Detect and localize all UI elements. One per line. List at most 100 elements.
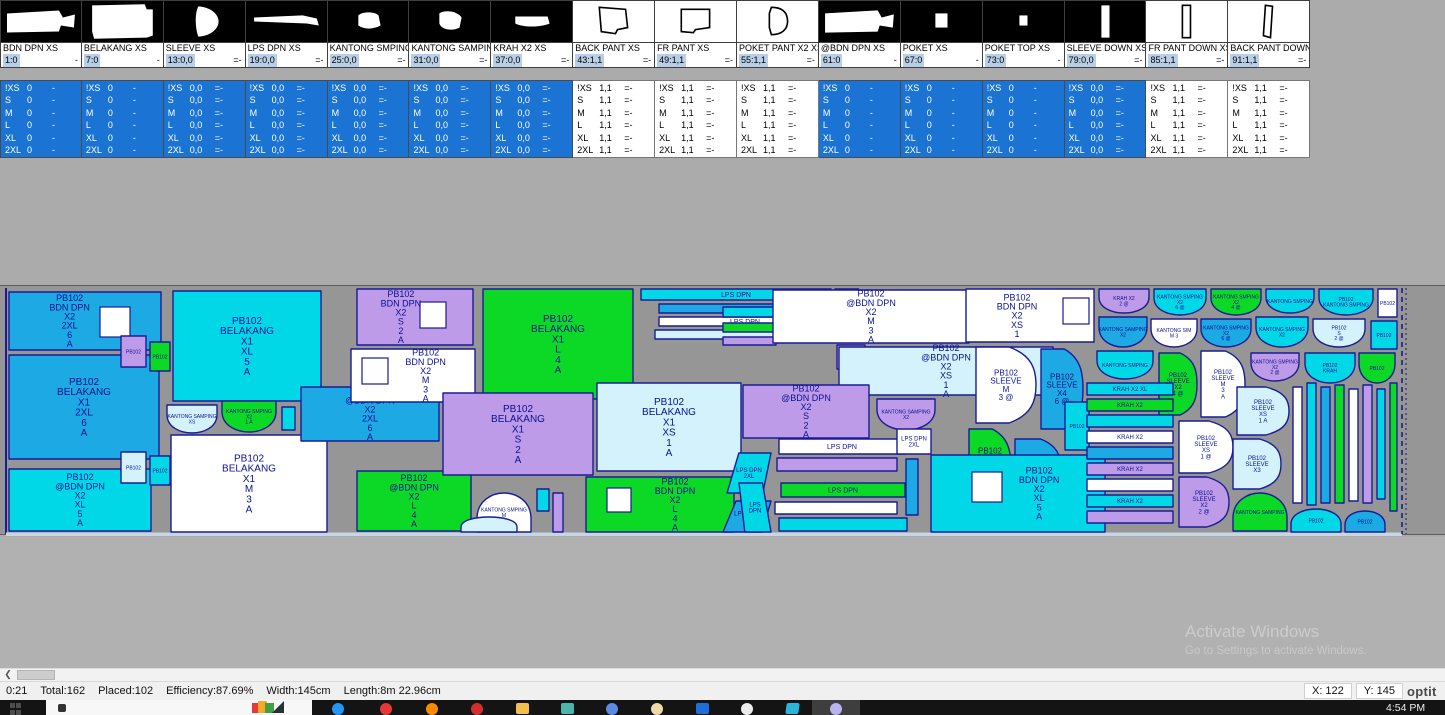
marker-piece[interactable]	[1087, 415, 1173, 427]
size-panel[interactable]: !XS0-S0-M0-L0-XL0-2XL0-	[82, 80, 164, 158]
horizontal-scrollbar[interactable]: ❮	[0, 668, 1445, 681]
size-panel[interactable]: !XS0,0=-S0,0=-M0,0=-L0,0=-XL0,0=-2XL0,0=…	[409, 80, 491, 158]
taskbar-icon-cyan[interactable]	[785, 703, 800, 714]
marker-piece[interactable]: KRAH X2	[1087, 431, 1173, 443]
piece-tile[interactable]: SLEEVE XS13:0,0=-	[164, 0, 246, 68]
piece-tile[interactable]: KANTONG SAMPING31:0,0=-	[409, 0, 491, 68]
size-panel[interactable]: !XS0-S0-M0-L0-XL0-2XL0-	[983, 80, 1065, 158]
marker-piece[interactable]	[1293, 387, 1302, 503]
marker-piece[interactable]	[1335, 385, 1344, 503]
marker-piece[interactable]: KANTONG SAMPING	[1233, 493, 1287, 531]
size-panel[interactable]: !XS0,0=-S0,0=-M0,0=-L0,0=-XL0,0=-2XL0,0=…	[491, 80, 573, 158]
marker-piece[interactable]: LPS DPN	[779, 439, 905, 454]
taskbar-icon-blue2[interactable]	[606, 703, 618, 715]
marker-piece[interactable]: KANTONG SMPINGX26 @	[1154, 289, 1206, 315]
taskbar-icon-red[interactable]	[380, 703, 392, 715]
marker-piece[interactable]: PB102BELAKANGX1M3A	[171, 435, 327, 532]
marker-area[interactable]: PB102BDN DPNX22XL6APB102BELAKANGX12XL6AP…	[0, 285, 1445, 535]
marker-piece[interactable]: PB102	[1291, 509, 1341, 532]
marker-piece[interactable]: PB102SLEEVEM3 @	[976, 347, 1036, 423]
taskbar-active-app[interactable]	[812, 700, 860, 715]
marker-piece[interactable]: KANTONG SMPING	[1097, 351, 1153, 379]
marker-piece[interactable]	[779, 518, 907, 531]
marker-piece[interactable]	[1087, 511, 1173, 523]
piece-tile[interactable]: BACK PANT DOWN91:1,1=-	[1228, 0, 1310, 68]
marker-piece[interactable]	[1377, 389, 1385, 499]
marker-piece[interactable]: PB102S2 @	[1313, 319, 1365, 347]
marker-piece[interactable]: PB102@BDN DPNX2L4A	[357, 471, 471, 531]
scrollbar-thumb[interactable]	[17, 670, 55, 680]
start-button-icon[interactable]	[10, 703, 22, 715]
marker-piece[interactable]: PB102	[1378, 289, 1397, 317]
piece-tile[interactable]: BDN DPN XS1:0-	[0, 0, 82, 68]
taskbar-app-window[interactable]	[46, 700, 312, 715]
marker-piece[interactable]: KANTONG SMPINGX21 A	[222, 401, 276, 432]
marker-piece[interactable]	[775, 502, 897, 514]
taskbar-icon-bluesq[interactable]	[696, 703, 709, 714]
marker-piece[interactable]: PB102BDN DPNX2XL5A	[931, 455, 1105, 532]
marker-piece[interactable]: LPS DPN2XL	[897, 429, 931, 454]
size-panel[interactable]: !XS1,1=-S1,1=-M1,1=-L1,1=-XL1,1=-2XL1,1=…	[737, 80, 819, 158]
marker-canvas[interactable]: PB102BDN DPNX22XL6APB102BELAKANGX12XL6AP…	[0, 286, 1445, 536]
piece-tile[interactable]: POKET TOP XS73:0-	[983, 0, 1065, 68]
marker-piece[interactable]: PB102@BDN DPNX2S2A	[743, 384, 869, 440]
piece-tile[interactable]: LPS DPN XS19:0,0=-	[246, 0, 328, 68]
marker-piece[interactable]	[1087, 447, 1173, 459]
marker-piece[interactable]: PB102BELAKANGX12XL6A	[9, 355, 159, 459]
size-panel[interactable]: !XS1,1=-S1,1=-M1,1=-L1,1=-XL1,1=-2XL1,1=…	[1228, 80, 1310, 158]
marker-piece[interactable]: PB102	[121, 452, 146, 483]
marker-piece[interactable]: PB102	[1065, 402, 1089, 450]
piece-tile[interactable]: FR PANT DOWN XS85:1,1=-	[1146, 0, 1228, 68]
marker-piece[interactable]: KANTONG SMPINGX22 @	[1251, 353, 1299, 381]
marker-piece[interactable]: PB102BDN DPNX2S2A	[357, 289, 473, 345]
size-panel[interactable]: !XS1,1=-S1,1=-M1,1=-L1,1=-XL1,1=-2XL1,1=…	[573, 80, 655, 158]
size-panel[interactable]: !XS0,0=-S0,0=-M0,0=-L0,0=-XL0,0=-2XL0,0=…	[246, 80, 328, 158]
marker-piece[interactable]: PB102BDN DPNX2L4A	[586, 477, 734, 533]
taskbar-icon-red2[interactable]	[471, 703, 483, 715]
marker-piece[interactable]: KRAH X2	[1087, 495, 1173, 507]
taskbar-icon-teal[interactable]	[561, 703, 574, 714]
marker-piece[interactable]: PB102SLEEVEXS1 A	[1237, 387, 1289, 435]
piece-tile[interactable]: @BDN DPN XS61:0-	[819, 0, 901, 68]
marker-piece[interactable]: PB102	[1359, 353, 1395, 383]
marker-piece[interactable]: KANTONG SMPINGX26 @	[1201, 319, 1251, 347]
taskbar-icon-cream[interactable]	[651, 703, 663, 715]
marker-piece[interactable]: PB102SLEEVEX3	[1233, 439, 1281, 489]
size-panel[interactable]: !XS0-S0-M0-L0-XL0-2XL0-	[901, 80, 983, 158]
marker-piece[interactable]: PB102	[150, 342, 170, 371]
marker-piece[interactable]	[1307, 383, 1316, 505]
marker-piece[interactable]: PB102	[1345, 511, 1385, 532]
marker-piece[interactable]: PB102	[150, 456, 170, 485]
scroll-left-arrow-icon[interactable]: ❮	[0, 669, 16, 681]
marker-piece[interactable]: KANTONG SAMPINGX2	[877, 399, 935, 430]
marker-piece[interactable]	[537, 489, 549, 511]
size-panel[interactable]: !XS1,1=-S1,1=-M1,1=-L1,1=-XL1,1=-2XL1,1=…	[655, 80, 737, 158]
size-panel[interactable]: !XS1,1=-S1,1=-M1,1=-L1,1=-XL1,1=-2XL1,1=…	[1146, 80, 1228, 158]
marker-piece[interactable]	[553, 493, 563, 532]
marker-piece[interactable]: KRAH X2 XL	[1087, 383, 1173, 395]
marker-piece[interactable]: KRAH X2	[1087, 399, 1173, 411]
size-panel[interactable]: !XS0,0=-S0,0=-M0,0=-L0,0=-XL0,0=-2XL0,0=…	[164, 80, 246, 158]
marker-piece[interactable]: PB102SLEEVEXS1 @	[1179, 421, 1233, 473]
marker-piece[interactable]: KRAH X2	[1087, 463, 1173, 475]
piece-tile[interactable]: POKET PANT X2 XS55:1,1=-	[737, 0, 819, 68]
size-panel[interactable]: !XS0,0=-S0,0=-M0,0=-L0,0=-XL0,0=-2XL0,0=…	[328, 80, 410, 158]
marker-piece[interactable]	[1390, 383, 1397, 511]
marker-piece[interactable]	[906, 459, 918, 515]
marker-piece[interactable]	[282, 407, 295, 430]
piece-tile[interactable]: KANTONG SMPING25:0,0=-	[328, 0, 410, 68]
marker-piece[interactable]	[723, 323, 779, 332]
size-panel[interactable]: !XS0,0=-S0,0=-M0,0=-L0,0=-XL0,0=-2XL0,0=…	[1065, 80, 1147, 158]
marker-piece[interactable]: PB102KANTONG SMPING	[1319, 289, 1373, 315]
marker-piece[interactable]: PB102	[121, 336, 146, 367]
piece-tile[interactable]: SLEEVE DOWN XS79:0,0=-	[1065, 0, 1147, 68]
taskbar-icon-orange[interactable]	[426, 703, 438, 715]
marker-piece[interactable]: PB102BELAKANGX1XL5A	[173, 291, 321, 401]
marker-piece[interactable]: KRAH X22 @	[1099, 289, 1149, 313]
marker-piece[interactable]: PB102	[1371, 321, 1397, 349]
marker-piece[interactable]: KANTONG SMPINGX24 @	[1211, 289, 1261, 315]
marker-piece[interactable]	[461, 517, 517, 532]
taskbar-icon-folder[interactable]	[516, 703, 529, 714]
marker-piece[interactable]	[1087, 479, 1173, 491]
size-panel[interactable]: !XS0-S0-M0-L0-XL0-2XL0-	[819, 80, 901, 158]
